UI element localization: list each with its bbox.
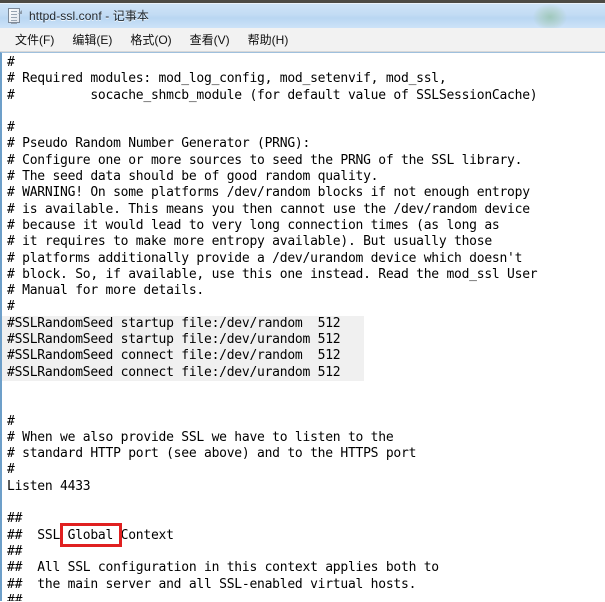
editor-line: # it requires to make more entropy avail… xyxy=(7,234,492,250)
notepad-document-icon xyxy=(8,7,22,24)
editor-line: # platforms additionally provide a /dev/… xyxy=(7,250,523,266)
editor-line: # The seed data should be of good random… xyxy=(7,169,379,185)
editor-line: # Manual for more details. xyxy=(7,283,204,299)
editor-line: # Configure one or more sources to seed … xyxy=(7,152,523,168)
editor-line: # WARNING! On some platforms /dev/random… xyxy=(7,185,530,201)
editor-line: ## SSL Global Context xyxy=(7,527,174,543)
menu-file[interactable]: 文件(F) xyxy=(6,29,63,51)
editor-line: ## xyxy=(7,592,23,601)
editor-line: # When we also provide SSL we have to li… xyxy=(7,429,394,445)
editor-line: ## xyxy=(7,543,23,559)
text-editor-area[interactable]: # # Required modules: mod_log_config, mod… xyxy=(0,52,605,601)
editor-line: # standard HTTP port (see above) and to … xyxy=(7,446,417,462)
editor-line: #SSLRandomSeed connect file:/dev/urandom… xyxy=(2,364,364,381)
menu-edit[interactable]: 编辑(E) xyxy=(63,29,121,51)
menu-view[interactable]: 查看(V) xyxy=(181,29,239,51)
window-title: httpd-ssl.conf - 记事本 xyxy=(29,9,150,23)
editor-line: #SSLRandomSeed startup file:/dev/urandom… xyxy=(2,332,364,349)
menu-help[interactable]: 帮助(H) xyxy=(239,29,298,51)
menu-format[interactable]: 格式(O) xyxy=(121,29,180,51)
editor-line: # Required modules: mod_log_config, mod_… xyxy=(7,71,447,87)
menu-bar: 文件(F) 编辑(E) 格式(O) 查看(V) 帮助(H) xyxy=(0,28,605,52)
editor-line: ## All SSL configuration in this context… xyxy=(7,560,439,576)
title-bar[interactable]: httpd-ssl.conf - 记事本 xyxy=(0,0,605,28)
editor-line: # block. So, if available, use this one … xyxy=(7,266,538,282)
editor-line: # is available. This means you then cann… xyxy=(7,201,530,217)
editor-line: #SSLRandomSeed connect file:/dev/random … xyxy=(2,348,364,365)
editor-line: # Pseudo Random Number Generator (PRNG): xyxy=(7,136,311,152)
editor-line: # xyxy=(7,413,15,429)
editor-line: # socache_shmcb_module (for default valu… xyxy=(7,87,538,103)
notepad-window: httpd-ssl.conf - 记事本 文件(F) 编辑(E) 格式(O) 查… xyxy=(0,0,605,602)
text-content[interactable]: # # Required modules: mod_log_config, mod… xyxy=(2,55,605,601)
editor-line: Listen 4433 xyxy=(7,478,91,494)
editor-line: ## the main server and all SSL-enabled v… xyxy=(7,576,417,592)
editor-line: # because it would lead to very long con… xyxy=(7,217,500,233)
editor-line: #SSLRandomSeed startup file:/dev/random … xyxy=(2,315,364,333)
editor-line: # xyxy=(7,55,15,70)
editor-line: ## xyxy=(7,511,23,527)
editor-line: # xyxy=(7,299,15,315)
editor-line: # xyxy=(7,462,15,478)
editor-line: # xyxy=(7,120,15,136)
